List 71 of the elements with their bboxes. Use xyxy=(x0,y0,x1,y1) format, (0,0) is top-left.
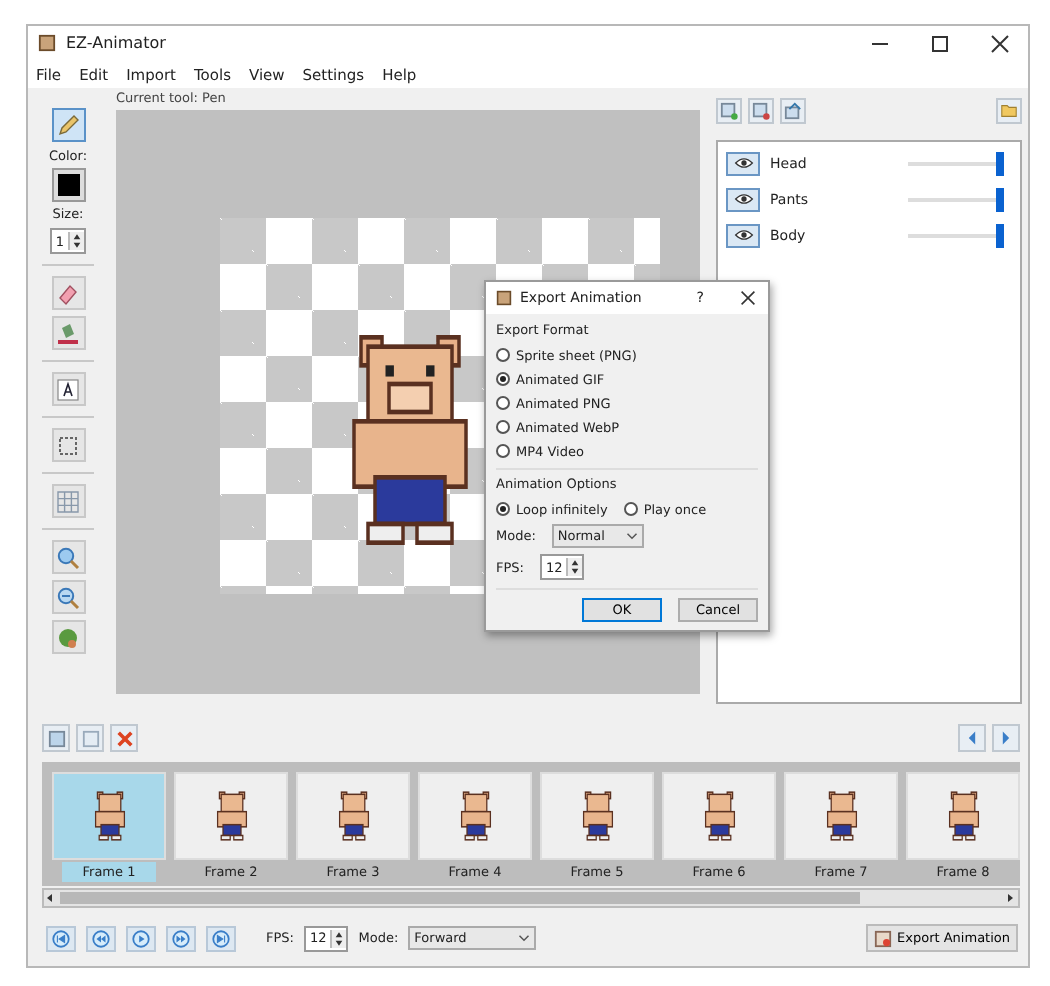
eye-icon xyxy=(733,156,753,170)
open-folder-button[interactable] xyxy=(996,97,1022,123)
tool-button[interactable] xyxy=(51,372,85,406)
left-arrow-icon xyxy=(964,730,980,746)
rewind-button[interactable] xyxy=(86,925,116,951)
folder-icon xyxy=(1000,101,1018,119)
close-icon[interactable] xyxy=(740,290,756,306)
frame-thumbnail[interactable] xyxy=(174,772,288,860)
fast-forward-button[interactable] xyxy=(166,925,196,951)
delete-icon xyxy=(115,729,133,747)
app-icon xyxy=(496,290,512,306)
spin-arrows-icon xyxy=(566,558,583,576)
add-layer-icon xyxy=(720,101,738,119)
horizontal-scrollbar[interactable] xyxy=(42,888,1020,908)
caret-icon xyxy=(518,934,531,942)
skip-forward-icon xyxy=(212,929,230,947)
character-sprite-drawing xyxy=(579,790,615,842)
frame-thumbnail[interactable] xyxy=(52,772,166,860)
eye-icon xyxy=(733,228,753,242)
add-layer-button[interactable] xyxy=(716,97,742,123)
zoom-in-icon xyxy=(56,545,80,569)
right-arrow-icon[interactable] xyxy=(1002,892,1018,904)
rewind-icon xyxy=(92,929,110,947)
character-sprite-drawing xyxy=(457,790,493,842)
zoom-out-icon xyxy=(56,585,80,609)
character-sprite-drawing xyxy=(823,790,859,842)
paint-bucket-icon xyxy=(56,321,80,345)
move-layer-button[interactable] xyxy=(780,97,806,123)
pencil-icon xyxy=(56,113,80,137)
first-frame-button[interactable] xyxy=(46,925,76,951)
add-frame-button[interactable] xyxy=(42,724,70,752)
app-icon xyxy=(38,34,56,52)
skip-back-icon xyxy=(52,929,70,947)
visibility-toggle[interactable] xyxy=(726,151,760,175)
film-icon xyxy=(873,929,892,947)
left-arrow-icon[interactable] xyxy=(44,892,56,904)
selection-icon xyxy=(56,433,80,457)
visibility-toggle[interactable] xyxy=(726,187,760,211)
delete-layer-button[interactable] xyxy=(748,97,774,123)
eye-icon xyxy=(733,192,753,206)
close-icon[interactable] xyxy=(990,33,1010,53)
previous-frame-button[interactable] xyxy=(958,724,986,752)
character-sprite-drawing xyxy=(91,790,127,842)
next-frame-button[interactable] xyxy=(992,724,1020,752)
frame-thumbnail[interactable] xyxy=(662,772,776,860)
spin-arrows-icon xyxy=(68,232,85,250)
frame-thumbnail[interactable] xyxy=(540,772,654,860)
fast-forward-icon xyxy=(172,929,190,947)
delete-frame-button[interactable] xyxy=(110,724,138,752)
character-sprite-drawing xyxy=(335,790,371,842)
last-frame-button[interactable] xyxy=(206,925,236,951)
spin-arrows-icon xyxy=(330,929,347,947)
frame-thumbnail[interactable] xyxy=(906,772,1020,860)
text-tool-icon xyxy=(56,377,80,401)
visibility-toggle[interactable] xyxy=(726,223,760,247)
frame-thumbnail[interactable] xyxy=(296,772,410,860)
character-sprite-drawing xyxy=(945,790,981,842)
remove-layer-icon xyxy=(752,101,770,119)
play-icon xyxy=(132,929,150,947)
grid-icon xyxy=(56,489,80,513)
caret-icon xyxy=(625,532,638,540)
frame-thumbnail[interactable] xyxy=(784,772,898,860)
character-sprite-drawing xyxy=(213,790,249,842)
maximize-icon[interactable] xyxy=(930,33,950,53)
right-arrow-icon xyxy=(998,730,1014,746)
color-swatch[interactable] xyxy=(53,170,83,200)
frame-thumbnail[interactable] xyxy=(418,772,532,860)
window-title: EZ-Animator xyxy=(66,34,166,52)
character-sprite-drawing xyxy=(701,790,737,842)
eraser-icon xyxy=(56,281,80,305)
play-button[interactable] xyxy=(126,925,156,951)
